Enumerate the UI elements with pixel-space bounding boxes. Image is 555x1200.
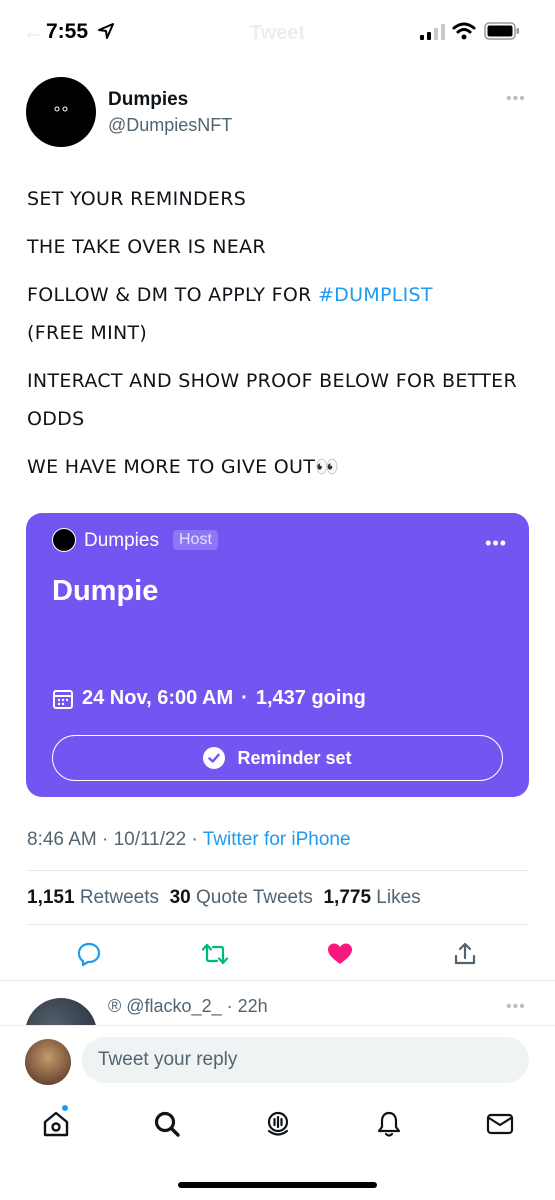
status-time: 7:55 [46, 20, 89, 43]
separator-dot: · [241, 687, 248, 709]
notifications-icon[interactable] [373, 1108, 405, 1140]
host-avatar [52, 528, 76, 552]
like-icon[interactable] [325, 939, 355, 969]
home-icon[interactable] [40, 1108, 72, 1140]
host-name: Dumpies [84, 530, 159, 551]
more-options-icon[interactable]: ••• [506, 998, 526, 1016]
author-handle[interactable]: @DumpiesNFT [108, 115, 232, 136]
retweets-label: Retweets [79, 887, 160, 908]
bottom-tab-bar [0, 1093, 555, 1163]
retweets-stat[interactable]: 1,151 Retweets [27, 887, 159, 908]
reply-bar: Tweet your reply [0, 1025, 555, 1093]
retweets-count: 1,151 [27, 887, 75, 908]
cellular-signal-icon [420, 24, 445, 40]
likes-label: Likes [376, 887, 421, 908]
space-schedule: 24 Nov, 6:00 AM · 1,437 going [52, 687, 366, 710]
home-indicator [178, 1182, 377, 1188]
calendar-icon [53, 689, 73, 709]
avatar-eyes-icon [54, 106, 68, 112]
my-avatar[interactable] [25, 1039, 71, 1085]
divider [27, 924, 529, 925]
quote-tweets-count: 30 [169, 887, 191, 908]
host-badge: Host [173, 530, 218, 550]
author-avatar[interactable] [26, 77, 96, 147]
unread-dot [61, 1104, 69, 1112]
engagement-stats: 1,151 Retweets 30 Quote Tweets 1,775 Lik… [27, 887, 421, 909]
tweet-source-link[interactable]: Twitter for iPhone [203, 829, 351, 850]
messages-icon[interactable] [484, 1108, 516, 1140]
tweet-line: SET YOUR REMINDERS [27, 188, 247, 210]
status-bar: ← Tweet 7:55 [0, 0, 555, 62]
spaces-icon[interactable] [262, 1108, 294, 1140]
retweet-icon[interactable] [200, 939, 230, 969]
card-more-icon[interactable]: ••• [485, 533, 507, 554]
tweet-line: WE HAVE MORE TO GIVE OUT👀 [27, 456, 340, 478]
location-arrow-icon [98, 23, 114, 39]
likes-stat[interactable]: 1,775 Likes [323, 887, 420, 908]
divider [0, 980, 555, 981]
reminder-label: Reminder set [237, 747, 352, 768]
tweet-line: (FREE MINT) [27, 322, 148, 344]
reply-icon[interactable] [74, 939, 104, 969]
tweet-line: THE TAKE OVER IS NEAR [27, 236, 266, 258]
reminder-set-button[interactable]: Reminder set [52, 735, 503, 781]
share-icon[interactable] [450, 939, 480, 969]
battery-icon [484, 22, 519, 40]
likes-count: 1,775 [323, 887, 372, 908]
tweet-timestamp: 8:46 AM · 10/11/22 · Twitter for iPhone [27, 829, 351, 850]
author-name[interactable]: Dumpies [108, 89, 188, 111]
tweet-line-with-hashtag: FOLLOW & DM TO APPLY FOR #DUMPLIST [27, 276, 527, 314]
quote-tweets-stat[interactable]: 30 Quote Tweets [170, 887, 313, 908]
space-card[interactable]: Dumpies Host ••• Dumpie 24 Nov, 6:00 AM … [26, 513, 529, 797]
tweet-line: INTERACT AND SHOW PROOF BELOW FOR BETTER… [27, 370, 517, 430]
search-icon[interactable] [151, 1108, 183, 1140]
tweet-date: 10/11/22 [113, 829, 187, 850]
space-date: 24 Nov, 6:00 AM [82, 687, 234, 709]
tweet-text: SET YOUR REMINDERS THE TAKE OVER IS NEAR… [27, 180, 527, 496]
hashtag-link[interactable]: #DUMPLIST [318, 284, 433, 306]
wifi-icon [452, 22, 476, 40]
more-options-icon[interactable]: ••• [506, 90, 526, 108]
tweet-line-text: FOLLOW & DM TO APPLY FOR [27, 284, 318, 306]
quote-tweets-label: Quote Tweets [196, 887, 313, 908]
reply-input[interactable]: Tweet your reply [82, 1037, 529, 1083]
divider [27, 870, 529, 871]
space-going-count: 1,437 going [255, 687, 366, 709]
check-circle-icon [203, 747, 226, 769]
tweet-time: 8:46 AM [27, 829, 97, 850]
reply-author-handle[interactable]: ® @flacko_2_ · 22h [108, 996, 268, 1017]
space-title: Dumpie [52, 575, 159, 607]
